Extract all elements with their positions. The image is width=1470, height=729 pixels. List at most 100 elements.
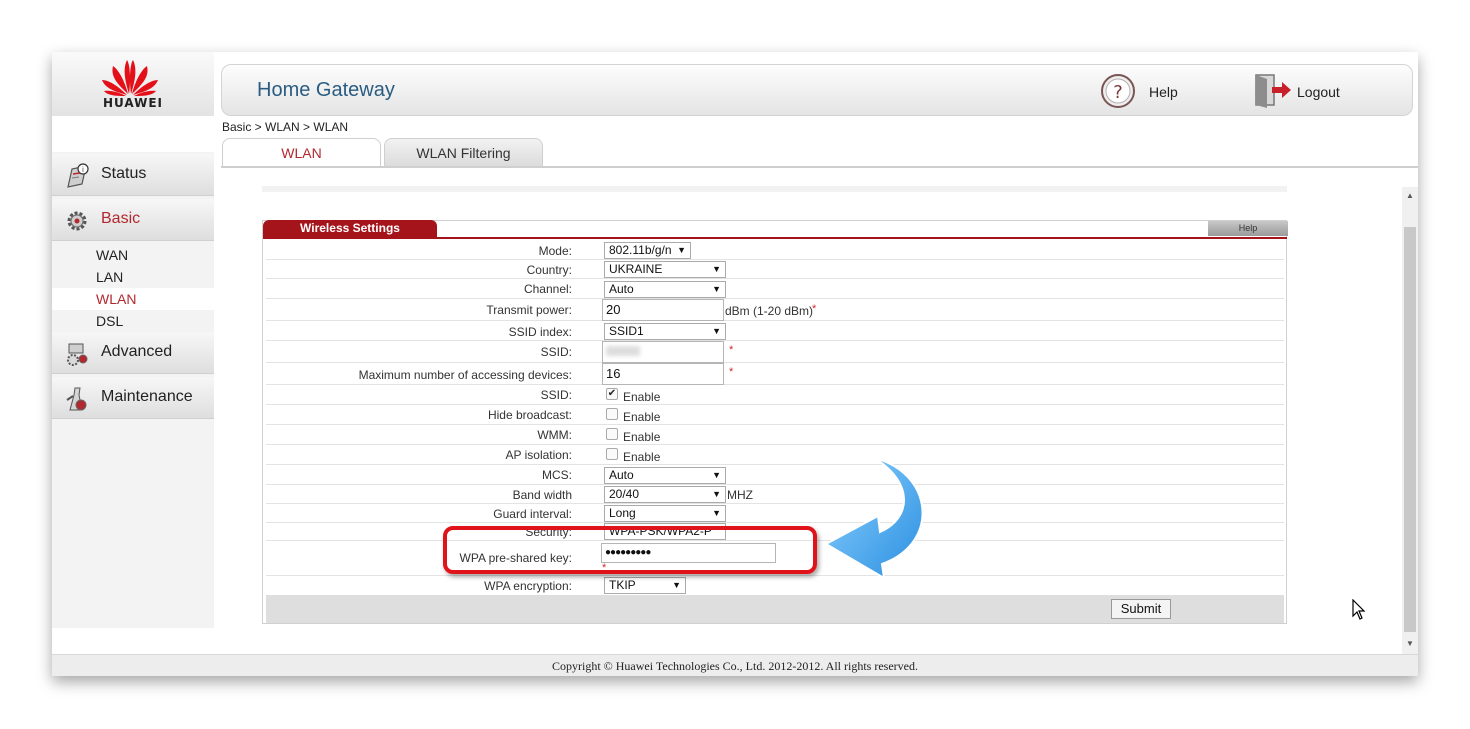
hide-broadcast-label: Hide broadcast: bbox=[487, 408, 572, 422]
row-ap-isolation: AP isolation: Enable bbox=[266, 445, 1284, 465]
sidebar-subitem-label: WLAN bbox=[96, 291, 137, 307]
wmm-checkbox[interactable] bbox=[606, 428, 618, 440]
sidebar-item-label: Status bbox=[101, 165, 147, 182]
mode-label: Mode: bbox=[538, 244, 572, 258]
content-scrollbar[interactable]: ▲ ▼ bbox=[1402, 187, 1418, 654]
chevron-down-icon: ▼ bbox=[712, 489, 721, 499]
mode-value: 802.11b/g/n bbox=[609, 243, 672, 257]
ap-isolation-checkbox[interactable] bbox=[606, 448, 618, 460]
submit-bar: Submit bbox=[266, 595, 1284, 623]
copyright-footer: Copyright © Huawei Technologies Co., Ltd… bbox=[52, 654, 1418, 676]
panel-title: Wireless Settings bbox=[263, 220, 437, 237]
mcs-select[interactable]: Auto ▼ bbox=[604, 467, 726, 484]
ssid-enable-checkbox[interactable]: ✔ bbox=[606, 388, 618, 400]
row-mode: Mode: 802.11b/g/n ▼ bbox=[266, 240, 1284, 260]
transmit-power-input[interactable]: 20 bbox=[602, 299, 724, 321]
breadcrumb: Basic > WLAN > WLAN bbox=[222, 120, 349, 134]
tab-bar: WLAN WLAN Filtering bbox=[221, 138, 1418, 168]
mcs-value: Auto bbox=[609, 468, 634, 482]
advanced-icon bbox=[67, 343, 88, 366]
blue-arrow-icon bbox=[823, 457, 924, 580]
row-ssid-name: SSID: * bbox=[266, 341, 1284, 363]
sidebar-subitem-wan[interactable]: WAN bbox=[52, 244, 214, 266]
max-devices-label: Maximum number of accessing devices: bbox=[358, 368, 572, 382]
row-mcs: MCS: Auto ▼ bbox=[266, 465, 1284, 485]
ssid-enable-label: SSID: bbox=[540, 388, 572, 402]
chevron-down-icon: ▼ bbox=[712, 508, 721, 518]
wmm-label: WMM: bbox=[537, 428, 572, 442]
sidebar-item-label: Advanced bbox=[101, 343, 173, 360]
submit-button[interactable]: Submit bbox=[1111, 599, 1171, 619]
ap-isolation-label: AP isolation: bbox=[505, 448, 573, 462]
scroll-up-icon[interactable]: ▲ bbox=[1406, 191, 1414, 200]
sidebar-item-advanced[interactable]: Advanced bbox=[52, 332, 214, 374]
sidebar-item-status[interactable]: i Status bbox=[52, 154, 214, 196]
hide-broadcast-option: Enable bbox=[623, 410, 661, 424]
page-title: Home Gateway bbox=[257, 79, 395, 101]
huawei-logo-icon bbox=[102, 60, 158, 96]
mode-select[interactable]: 802.11b/g/n ▼ bbox=[604, 242, 691, 259]
row-max-devices: Maximum number of accessing devices: 16 … bbox=[266, 363, 1284, 385]
scroll-down-icon[interactable]: ▼ bbox=[1406, 639, 1414, 648]
scrollbar-thumb[interactable] bbox=[1404, 227, 1416, 632]
logo-area: HUAWEI bbox=[52, 52, 214, 116]
hide-broadcast-checkbox[interactable] bbox=[606, 408, 618, 420]
gear-icon bbox=[67, 211, 87, 231]
wpa-encryption-select[interactable]: TKIP ▼ bbox=[604, 577, 686, 594]
ssid-index-label: SSID index: bbox=[508, 325, 572, 339]
maintenance-icon bbox=[66, 387, 87, 411]
row-country: Country: UKRAINE ▼ bbox=[266, 260, 1284, 279]
tab-wlan-filtering[interactable]: WLAN Filtering bbox=[384, 138, 543, 166]
ssid-index-value: SSID1 bbox=[609, 324, 644, 338]
chevron-down-icon: ▼ bbox=[712, 326, 721, 336]
band-width-select[interactable]: 20/40 ▼ bbox=[604, 486, 726, 503]
band-width-unit: MHZ bbox=[727, 488, 753, 502]
channel-label: Channel: bbox=[523, 282, 572, 296]
mcs-label: MCS: bbox=[542, 468, 572, 482]
required-mark: * bbox=[729, 344, 734, 356]
guard-interval-select[interactable]: Long ▼ bbox=[604, 505, 726, 522]
blurred-ssid bbox=[606, 346, 640, 356]
required-mark: * bbox=[812, 303, 817, 315]
content-top-divider bbox=[262, 186, 1287, 192]
panel-help-button[interactable]: Help bbox=[1208, 221, 1288, 236]
sidebar-subitem-dsl[interactable]: DSL bbox=[52, 310, 214, 332]
transmit-power-unit: dBm (1-20 dBm) bbox=[725, 304, 814, 318]
sidebar-subitem-label: WAN bbox=[96, 247, 129, 263]
chevron-down-icon: ▼ bbox=[677, 245, 686, 255]
page-header: Home Gateway ? Help Logout bbox=[221, 64, 1413, 116]
highlight-box bbox=[443, 526, 817, 574]
sidebar-item-basic[interactable]: Basic bbox=[52, 199, 214, 241]
status-icon: i bbox=[67, 163, 89, 188]
sidebar-item-maintenance[interactable]: Maintenance bbox=[52, 377, 214, 419]
help-button[interactable]: ? Help bbox=[1100, 73, 1190, 109]
row-ssid-index: SSID index: SSID1 ▼ bbox=[266, 321, 1284, 341]
sidebar-subitem-lan[interactable]: LAN bbox=[52, 266, 214, 288]
logout-icon bbox=[1255, 74, 1291, 108]
guard-interval-label: Guard interval: bbox=[493, 507, 572, 521]
row-transmit-power: Transmit power: 20 dBm (1-20 dBm) * bbox=[266, 299, 1284, 321]
max-devices-input[interactable]: 16 bbox=[602, 363, 724, 385]
ssid-index-select[interactable]: SSID1 ▼ bbox=[604, 323, 726, 340]
tab-wlan[interactable]: WLAN bbox=[222, 138, 381, 166]
row-hide-broadcast: Hide broadcast: Enable bbox=[266, 405, 1284, 425]
router-admin-window: HUAWEI Home Gateway ? Help Logout Basic … bbox=[52, 52, 1418, 676]
sidebar-subitem-wlan[interactable]: WLAN bbox=[52, 288, 214, 310]
band-width-value: 20/40 bbox=[609, 487, 640, 501]
logout-button[interactable]: Logout bbox=[1253, 73, 1353, 109]
chevron-down-icon: ▼ bbox=[712, 284, 721, 294]
row-wpa-encryption: WPA encryption: TKIP ▼ bbox=[266, 576, 1284, 595]
ssid-enable-option: Enable bbox=[623, 390, 661, 404]
sidebar-item-label: Maintenance bbox=[101, 388, 193, 405]
sidebar-item-label: Basic bbox=[101, 210, 141, 227]
wpa-encryption-label: WPA encryption: bbox=[484, 579, 572, 593]
wpa-encryption-value: TKIP bbox=[609, 578, 636, 592]
wmm-option: Enable bbox=[623, 430, 661, 444]
channel-value: Auto bbox=[609, 282, 634, 296]
sidebar-subitem-label: LAN bbox=[96, 269, 124, 285]
country-select[interactable]: UKRAINE ▼ bbox=[604, 261, 726, 278]
band-width-label: Band width bbox=[512, 488, 572, 502]
row-guard-interval: Guard interval: Long ▼ bbox=[266, 504, 1284, 523]
channel-select[interactable]: Auto ▼ bbox=[604, 281, 726, 298]
chevron-down-icon: ▼ bbox=[712, 470, 721, 480]
